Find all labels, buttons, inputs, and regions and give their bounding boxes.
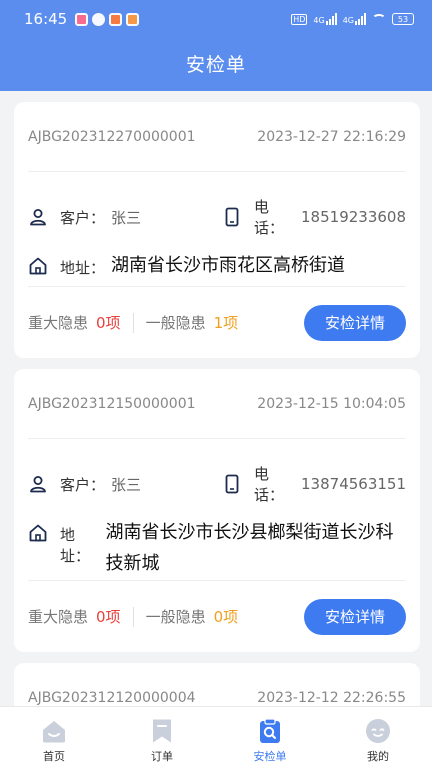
tab-orders[interactable]: 订单	[108, 707, 216, 768]
wifi-icon	[372, 14, 386, 24]
inspection-list[interactable]: AJBG202312270000001 2023-12-27 22:16:29 …	[0, 91, 432, 706]
home-icon	[43, 721, 65, 743]
app-notification-icon	[126, 12, 140, 26]
divider	[132, 606, 134, 627]
bookmark-icon	[153, 719, 171, 743]
phone-icon	[225, 474, 239, 494]
customer-label: 客户：	[60, 208, 106, 227]
app-notification-icon	[109, 12, 123, 26]
phone-number[interactable]: 18519233608	[301, 208, 406, 226]
network-type-label: 4G	[342, 16, 354, 25]
customer-name: 张三	[111, 208, 142, 227]
status-time: 16:45	[24, 10, 68, 28]
inspection-datetime: 2023-12-27 22:16:29	[257, 128, 406, 145]
card-header: AJBG202312120000004 2023-12-12 22:26:55	[28, 663, 406, 706]
home-address-icon	[29, 524, 47, 542]
tab-label: 安检单	[253, 750, 287, 763]
general-hazard-label: 一般隐患	[145, 314, 206, 332]
major-hazard-count: 0项	[96, 608, 121, 626]
address-label: 地址：	[60, 526, 91, 565]
inspection-icon	[260, 718, 280, 743]
tab-label: 我的	[367, 750, 389, 763]
home-address-icon	[29, 257, 47, 275]
inspection-code: AJBG202312150000001	[28, 395, 196, 412]
customer-name: 张三	[111, 475, 142, 494]
bottom-tab-bar: 首页 订单 安检单 我的	[0, 706, 432, 768]
inspection-card[interactable]: AJBG202312270000001 2023-12-27 22:16:29 …	[14, 102, 420, 358]
status-bar: 16:45 HD 4G 4G 53	[0, 0, 432, 38]
status-notification-icons	[75, 12, 140, 26]
general-hazard-label: 一般隐患	[145, 608, 206, 626]
phone-icon	[225, 207, 239, 227]
header: 16:45 HD 4G 4G 53 安检单	[0, 0, 432, 91]
inspection-card[interactable]: AJBG202312150000001 2023-12-15 10:04:05 …	[14, 369, 420, 652]
inspection-code: AJBG202312120000004	[28, 689, 196, 706]
customer-label: 客户：	[60, 475, 106, 494]
inspection-datetime: 2023-12-15 10:04:05	[257, 395, 406, 412]
user-icon	[30, 476, 46, 493]
page-title: 安检单	[185, 54, 246, 76]
phone-label: 电话：	[254, 465, 285, 504]
card-header: AJBG202312150000001 2023-12-15 10:04:05	[28, 369, 406, 439]
network-type-label: 4G	[313, 16, 325, 25]
tab-home[interactable]: 首页	[0, 707, 108, 768]
profile-icon	[366, 719, 390, 743]
inspection-code: AJBG202312270000001	[28, 128, 196, 145]
hd-icon: HD	[291, 13, 308, 25]
card-footer: 重大隐患 0项 一般隐患 1项 安检详情	[28, 286, 406, 358]
inspection-card[interactable]: AJBG202312120000004 2023-12-12 22:26:55	[14, 663, 420, 706]
app-notification-icon	[75, 12, 89, 26]
address-value: 湖南省长沙市雨花区高桥街道	[111, 255, 346, 276]
phone-label: 电话：	[254, 198, 285, 237]
address-row: 地址： 湖南省长沙市长沙县榔梨街道长沙科技新城	[28, 522, 406, 579]
inspection-detail-button[interactable]: 安检详情	[304, 304, 406, 341]
user-icon	[30, 209, 46, 226]
contact-row: 客户： 张三 电话： 13874563151	[28, 463, 406, 505]
inspection-detail-button[interactable]: 安检详情	[304, 598, 406, 635]
divider	[132, 312, 134, 333]
address-value: 湖南省长沙市长沙县榔梨街道长沙科技新城	[105, 522, 394, 574]
major-hazard-count: 0项	[96, 314, 121, 332]
major-hazard-label: 重大隐患	[28, 314, 89, 332]
card-header: AJBG202312270000001 2023-12-27 22:16:29	[28, 102, 406, 172]
tab-inspection[interactable]: 安检单	[216, 707, 324, 768]
phone-number[interactable]: 13874563151	[301, 475, 406, 493]
contact-row: 客户： 张三 电话： 18519233608	[28, 196, 406, 238]
message-notification-icon	[92, 12, 106, 26]
tab-profile[interactable]: 我的	[324, 707, 432, 768]
address-row: 地址： 湖南省长沙市雨花区高桥街道	[28, 255, 406, 281]
tab-label: 订单	[151, 750, 173, 763]
signal-icon: 4G	[313, 13, 337, 25]
tab-label: 首页	[43, 750, 65, 763]
status-system-icons: HD 4G 4G 53	[291, 13, 414, 25]
inspection-datetime: 2023-12-12 22:26:55	[257, 689, 406, 706]
general-hazard-count: 1项	[213, 314, 239, 332]
battery-icon: 53	[392, 13, 414, 25]
signal-icon: 4G	[343, 13, 366, 25]
card-footer: 重大隐患 0项 一般隐患 0项 安检详情	[28, 580, 406, 652]
major-hazard-label: 重大隐患	[28, 608, 89, 626]
general-hazard-count: 0项	[213, 608, 239, 626]
address-label: 地址：	[60, 259, 106, 277]
